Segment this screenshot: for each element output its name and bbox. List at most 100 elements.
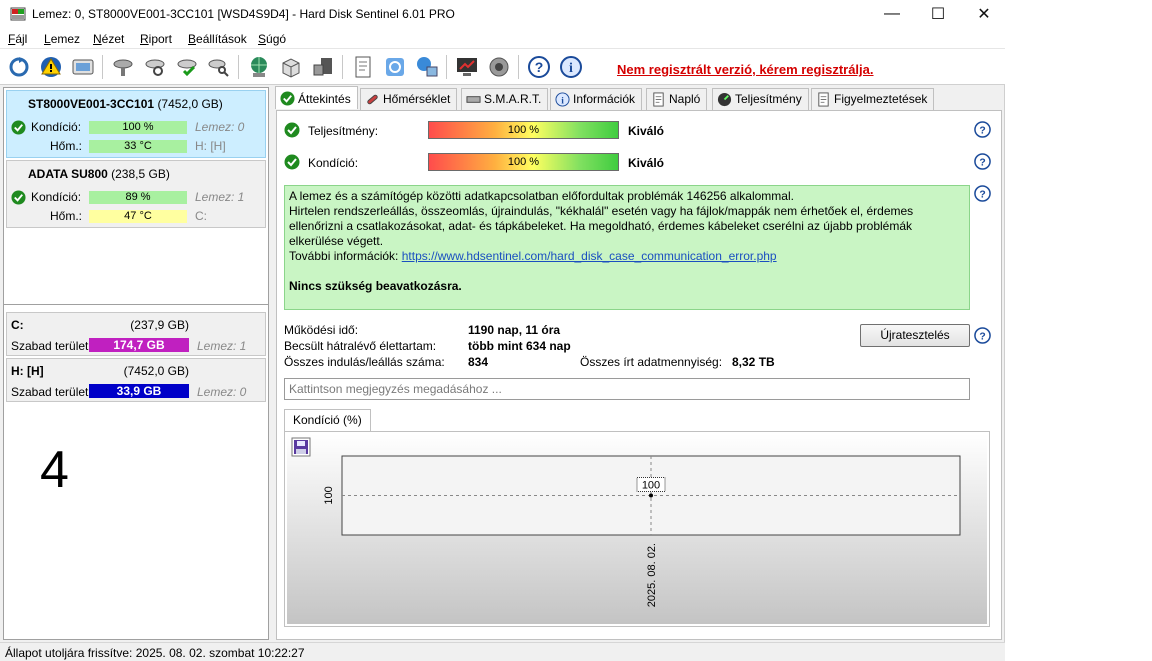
volume-size: (7452,0 GB) bbox=[123, 364, 189, 378]
svg-text:?: ? bbox=[979, 125, 985, 136]
performance-rating: Kiváló bbox=[628, 124, 665, 138]
help-icon[interactable]: ? bbox=[526, 54, 552, 80]
start-stop-label: Összes indulás/leállás száma: bbox=[284, 355, 445, 369]
sync-icon[interactable] bbox=[382, 54, 408, 80]
info-icon: i bbox=[555, 92, 570, 107]
temperature-label: Hőm.: bbox=[50, 209, 83, 223]
disk-test-icon[interactable] bbox=[142, 54, 168, 80]
help-icon[interactable]: ? bbox=[974, 327, 991, 344]
disk-index: Lemez: 1 bbox=[195, 190, 245, 204]
chip-icon bbox=[466, 96, 481, 103]
start-stop-value: 834 bbox=[468, 355, 489, 369]
thermometer-icon bbox=[367, 94, 378, 105]
overlay-number: 4 bbox=[40, 441, 69, 499]
retest-button[interactable]: Újratesztelés bbox=[860, 324, 970, 347]
save-icon[interactable] bbox=[291, 437, 311, 457]
help-icon[interactable]: ? bbox=[974, 121, 991, 138]
maximize-button[interactable]: ☐ bbox=[915, 0, 961, 28]
volume-item-c[interactable]: C: (237,9 GB) Szabad terület 174,7 GB Le… bbox=[6, 312, 266, 356]
svg-text:?: ? bbox=[535, 59, 544, 75]
menu-view[interactable]: Nézet bbox=[93, 32, 124, 46]
menu-settings[interactable]: Beállítások bbox=[188, 32, 247, 46]
help-icon[interactable]: ? bbox=[974, 153, 991, 170]
app-logo-icon bbox=[10, 7, 26, 21]
chart-tab-condition[interactable]: Kondíció (%) bbox=[284, 409, 371, 431]
disk-check-icon[interactable] bbox=[174, 54, 200, 80]
tab-label: Információk bbox=[573, 92, 636, 106]
condition-chart: 100 2025. 08. 02. 100 bbox=[287, 434, 987, 624]
volume-size: (237,9 GB) bbox=[130, 318, 189, 332]
help-icon[interactable]: ? bbox=[974, 185, 991, 202]
globe-icon[interactable] bbox=[246, 54, 272, 80]
status-message-box: A lemez és a számítógép közötti adatkapc… bbox=[284, 185, 970, 310]
disk-search-icon[interactable] bbox=[206, 54, 232, 80]
tab-overview[interactable]: Áttekintés bbox=[275, 86, 358, 109]
menu-file[interactable]: Fájl bbox=[8, 32, 27, 46]
data-label: 100 bbox=[642, 480, 660, 492]
condition-label: Kondíció: bbox=[31, 190, 82, 204]
volume-item-h[interactable]: H: [H] (7452,0 GB) Szabad terület 33,9 G… bbox=[6, 358, 266, 402]
more-info-link[interactable]: https://www.hdsentinel.com/hard_disk_cas… bbox=[402, 249, 777, 263]
volume-name: H: [H] bbox=[11, 364, 44, 378]
condition-rating: Kiváló bbox=[628, 156, 665, 170]
tab-label: Figyelmeztetések bbox=[834, 92, 928, 106]
window-title: Lemez: 0, ST8000VE001-3CC101 [WSD4S9D4] … bbox=[32, 7, 455, 21]
server-icon[interactable] bbox=[278, 54, 304, 80]
disk-list-panel: ST8000VE001-3CC101 (7452,0 GB) Kondíció:… bbox=[3, 87, 269, 640]
refresh-icon[interactable] bbox=[6, 54, 32, 80]
free-space-bar: 33,9 GB bbox=[89, 384, 189, 398]
registration-link[interactable]: Nem regisztrált verzió, kérem regisztrál… bbox=[617, 62, 874, 77]
app-window: Lemez: 0, ST8000VE001-3CC101 [WSD4S9D4] … bbox=[0, 0, 1005, 661]
gauge-icon bbox=[717, 92, 732, 107]
message-detail: Hirtelen rendszerleállás, összeomlás, új… bbox=[289, 204, 914, 248]
tab-label: S.M.A.R.T. bbox=[484, 92, 542, 106]
uptime-label: Működési idő: bbox=[284, 323, 359, 337]
disk-wrench-icon[interactable] bbox=[110, 54, 136, 80]
volume-disk: Lemez: 1 bbox=[197, 339, 247, 353]
disk-name: ADATA SU800 (238,5 GB) bbox=[28, 167, 170, 181]
menu-help[interactable]: Súgó bbox=[258, 32, 286, 46]
condition-bar: 89 % bbox=[89, 191, 187, 204]
tab-temperature[interactable]: Hőmérséklet bbox=[360, 88, 458, 110]
tab-log[interactable]: Napló bbox=[646, 88, 708, 110]
tab-label: Napló bbox=[669, 92, 701, 106]
info-icon[interactable]: i bbox=[558, 54, 584, 80]
overview-content: Teljesítmény: 100 % Kiváló ? Kondíció: 1… bbox=[276, 110, 1002, 640]
free-space-bar: 174,7 GB bbox=[89, 338, 189, 352]
performance-label: Teljesítmény: bbox=[308, 124, 379, 138]
document-icon bbox=[653, 92, 664, 107]
condition-bar: 100 % bbox=[89, 121, 187, 134]
network-icon[interactable] bbox=[310, 54, 336, 80]
ok-check-icon bbox=[284, 122, 300, 138]
toolbar: ? i Nem regisztrált verzió, kérem regisz… bbox=[0, 49, 1005, 85]
performance-bar: 100 % bbox=[428, 121, 619, 139]
disk-icon[interactable] bbox=[70, 54, 96, 80]
disk-index: Lemez: 0 bbox=[195, 120, 245, 134]
condition-label: Kondíció: bbox=[308, 156, 359, 170]
speaker-icon[interactable] bbox=[486, 54, 512, 80]
tab-alerts[interactable]: Figyelmeztetések bbox=[811, 88, 935, 110]
condition-label: Kondíció: bbox=[31, 120, 82, 134]
minimize-button[interactable]: — bbox=[869, 0, 915, 28]
remaining-life-label: Becsült hátralévő élettartam: bbox=[284, 339, 437, 353]
close-button[interactable]: ✕ bbox=[961, 0, 1007, 28]
menu-disk[interactable]: Lemez bbox=[44, 32, 80, 46]
tab-smart[interactable]: S.M.A.R.T. bbox=[461, 88, 549, 110]
report-icon[interactable] bbox=[350, 54, 376, 80]
disk-item-0[interactable]: ST8000VE001-3CC101 (7452,0 GB) Kondíció:… bbox=[6, 90, 266, 158]
y-tick-label: 100 bbox=[323, 486, 335, 504]
note-input[interactable] bbox=[284, 378, 970, 400]
written-label: Összes írt adatmennyiség: bbox=[580, 355, 723, 369]
volume-disk: Lemez: 0 bbox=[197, 385, 247, 399]
disk-volume: H: [H] bbox=[195, 139, 226, 153]
monitor-icon[interactable] bbox=[454, 54, 480, 80]
tab-info[interactable]: i Információk bbox=[550, 88, 643, 110]
web-icon[interactable] bbox=[414, 54, 440, 80]
menu-report[interactable]: Riport bbox=[140, 32, 172, 46]
tab-label: Hőmérséklet bbox=[383, 92, 451, 106]
free-space-label: Szabad terület bbox=[11, 339, 89, 353]
alert-icon[interactable] bbox=[38, 54, 64, 80]
tab-performance[interactable]: Teljesítmény bbox=[712, 88, 809, 110]
remaining-life-value: több mint 634 nap bbox=[468, 339, 571, 353]
disk-item-1[interactable]: ADATA SU800 (238,5 GB) Kondíció: 89 % Le… bbox=[6, 160, 266, 228]
